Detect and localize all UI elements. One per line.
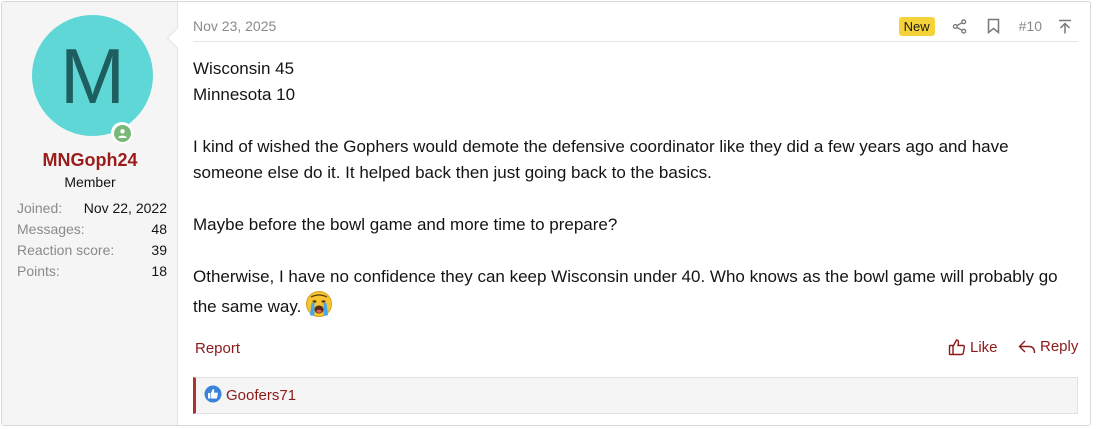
user-info-panel: M MNGoph24 Member Joined: Nov 22, 2022 M… (2, 2, 178, 425)
username-link[interactable]: MNGoph24 (2, 150, 178, 171)
stat-label: Reaction score: (17, 242, 115, 258)
message-post: M MNGoph24 Member Joined: Nov 22, 2022 M… (1, 1, 1091, 426)
stat-value[interactable]: 18 (151, 261, 167, 282)
report-link[interactable]: Report (195, 340, 240, 357)
post-date[interactable]: Nov 23, 2025 (193, 18, 276, 34)
post-actions: Report Like Reply (193, 338, 1078, 362)
reaction-users-link[interactable]: Goofers71 (226, 387, 296, 404)
post-main: Nov 23, 2025 New #10 Wisconsin 45 Minnes… (193, 2, 1083, 425)
online-status-icon (111, 122, 133, 144)
post-line: I kind of wished the Gophers would demot… (193, 137, 1009, 182)
share-icon[interactable] (951, 17, 969, 35)
user-title: Member (64, 174, 116, 190)
stat-value: Nov 22, 2022 (83, 200, 167, 216)
thumbs-up-outline-icon (948, 339, 966, 356)
post-paragraph: Otherwise, I have no confidence they can… (193, 264, 1078, 320)
reactions-bar: Goofers71 (193, 377, 1078, 414)
stat-label: Joined: (17, 200, 63, 216)
reply-icon (1018, 340, 1036, 353)
post-header-actions: New #10 (898, 14, 1078, 38)
jump-to-top-icon[interactable] (1056, 17, 1074, 35)
like-label: Like (970, 338, 998, 356)
post-number[interactable]: #10 (1019, 18, 1042, 34)
stat-label: Points: (17, 263, 60, 279)
thumbs-up-icon (204, 385, 222, 407)
post-header: Nov 23, 2025 New #10 (193, 2, 1078, 42)
post-line: Maybe before the bowl game and more time… (193, 215, 618, 234)
stat-value[interactable]: 48 (151, 219, 167, 240)
reply-button[interactable]: Reply (1018, 338, 1078, 355)
stat-messages: Messages: 48 (17, 219, 167, 240)
crying-face-icon (305, 290, 333, 318)
post-line: Minnesota 10 (193, 85, 296, 104)
stat-points: Points: 18 (17, 261, 167, 282)
user-stats: Joined: Nov 22, 2022 Messages: 48 Reacti… (17, 198, 167, 282)
stat-label: Messages: (17, 221, 85, 237)
reply-label: Reply (1040, 338, 1079, 355)
post-body: Wisconsin 45 Minnesota 10 I kind of wish… (193, 56, 1078, 320)
avatar-letter: M (32, 15, 153, 136)
avatar[interactable]: M (32, 15, 153, 144)
post-line: Wisconsin 45 (193, 59, 295, 78)
new-badge: New (898, 16, 935, 36)
like-button[interactable]: Like (948, 338, 998, 356)
stat-reaction-score: Reaction score: 39 (17, 240, 167, 261)
stat-joined: Joined: Nov 22, 2022 (17, 198, 167, 219)
stat-value: 39 (151, 242, 167, 258)
bookmark-icon[interactable] (985, 17, 1003, 35)
